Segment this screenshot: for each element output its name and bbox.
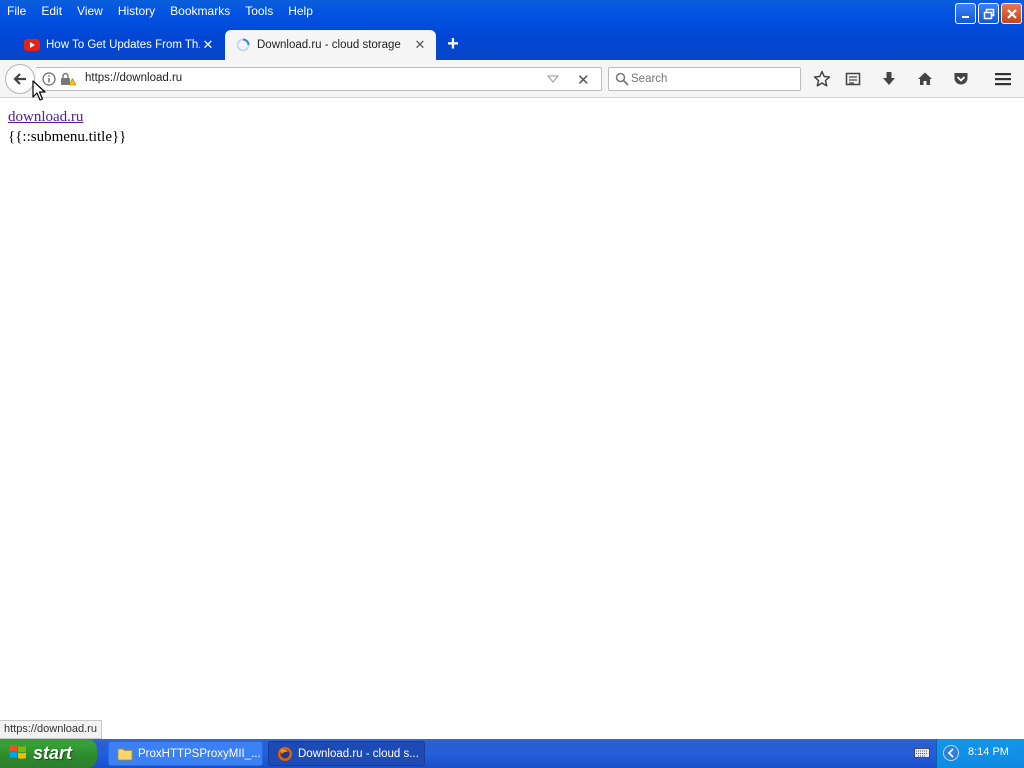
start-button[interactable]: start [0,739,97,768]
site-link[interactable]: download.ru [8,109,83,126]
menu-bar: File Edit View History Bookmarks Tools H… [0,0,321,22]
close-icon [1006,8,1017,19]
download-icon[interactable] [880,70,898,88]
taskbar-item-label: Download.ru - cloud s... [298,747,419,760]
windows-logo-icon [9,743,27,764]
menu-help[interactable]: Help [281,1,321,21]
back-button[interactable] [5,64,35,94]
menu-bookmarks[interactable]: Bookmarks [163,1,238,21]
search-bar[interactable] [608,67,801,91]
restore-icon [983,8,994,19]
submenu-title-placeholder: {{::submenu.title}} [8,129,127,145]
menu-history[interactable]: History [111,1,163,21]
window-titlebar: File Edit View History Bookmarks Tools H… [0,0,1024,62]
taskbar-item-folder[interactable]: ProxHTTPSProxyMII_... [108,741,263,766]
hamburger-menu-icon[interactable] [994,70,1012,88]
menu-edit[interactable]: Edit [34,1,70,21]
back-arrow-icon [13,73,26,85]
start-label: start [33,743,73,763]
folder-icon [117,746,133,762]
url-text[interactable]: https://download.ru [85,72,182,84]
pocket-icon[interactable] [952,70,970,88]
taskbar: start ProxHTTPSProxyMII_... Download.ru … [0,739,1024,768]
taskbar-item-firefox[interactable]: Download.ru - cloud s... [268,741,425,766]
insecure-lock-icon[interactable] [60,72,77,89]
page-content: download.ru {{::submenu.title}} https://… [0,99,1024,739]
chevron-down-icon[interactable] [546,73,560,87]
minimize-icon [961,15,969,18]
tab-strip: How To Get Updates From Th... ✕ Download… [0,30,1024,60]
menu-file[interactable]: File [0,1,34,21]
tab-label: Download.ru - cloud storage [257,39,401,51]
restore-button[interactable] [978,3,999,24]
status-url-tooltip: https://download.ru [0,720,102,739]
tab-label: How To Get Updates From Th... [46,39,200,51]
search-icon [615,72,629,89]
show-hidden-icons-icon[interactable] [943,745,959,761]
close-window-button[interactable] [1001,3,1022,24]
new-tab-button[interactable]: + [443,34,463,55]
clock[interactable]: 8:14 PM [968,746,1009,758]
system-tray: 8:14 PM [936,739,1024,768]
tab-download-ru[interactable]: Download.ru - cloud storage ✕ [225,30,436,60]
firefox-icon [277,746,293,762]
menu-tools[interactable]: Tools [238,1,281,21]
mouse-cursor-icon [32,80,46,105]
taskbar-item-label: ProxHTTPSProxyMII_... [138,747,261,760]
bookmark-star-icon[interactable] [813,70,831,88]
youtube-icon [24,37,40,53]
menu-view[interactable]: View [70,1,111,21]
tab-close-icon[interactable]: ✕ [412,37,428,53]
reading-list-icon[interactable] [844,70,862,88]
url-bar[interactable]: https://download.ru ✕ [36,67,602,91]
loading-spinner-icon [235,37,251,53]
home-icon[interactable] [916,70,934,88]
navigation-toolbar: https://download.ru ✕ [0,60,1024,98]
search-input[interactable] [631,71,791,87]
stop-icon[interactable]: ✕ [577,71,590,89]
tab-youtube[interactable]: How To Get Updates From Th... ✕ [14,30,224,60]
keyboard-icon[interactable] [914,746,930,763]
tab-close-icon[interactable]: ✕ [200,37,216,53]
minimize-button[interactable] [955,3,976,24]
